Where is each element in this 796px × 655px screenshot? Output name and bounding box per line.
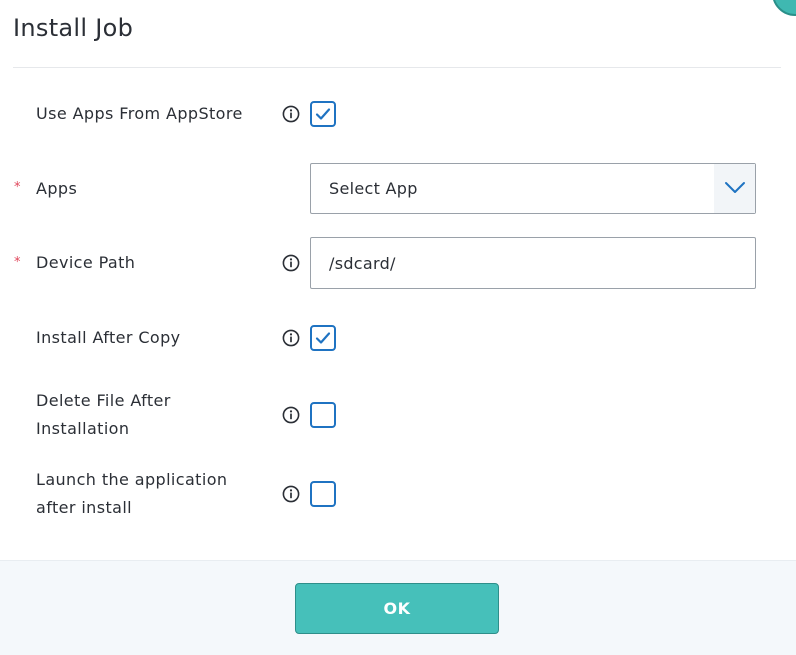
- delete-after-install-checkbox[interactable]: [310, 402, 336, 428]
- launch-after-install-label-line1: Launch the application: [36, 470, 228, 489]
- apps-required-asterisk: *: [14, 180, 21, 195]
- corner-close-badge[interactable]: [772, 0, 796, 16]
- info-circle-icon[interactable]: [282, 105, 300, 123]
- device-path-label: Device Path: [36, 253, 136, 272]
- checkmark-icon: [315, 108, 331, 120]
- delete-after-install-label-line1: Delete File After: [36, 391, 171, 410]
- use-appstore-label: Use Apps From AppStore: [36, 104, 243, 123]
- ok-button[interactable]: OK: [295, 583, 499, 634]
- apps-select-toggle[interactable]: [714, 164, 755, 213]
- apps-label: Apps: [36, 179, 78, 198]
- device-path-required-asterisk: *: [14, 255, 21, 270]
- apps-select[interactable]: Select App: [310, 163, 756, 214]
- install-after-copy-label: Install After Copy: [36, 328, 181, 347]
- launch-after-install-checkbox[interactable]: [310, 481, 336, 507]
- info-circle-icon[interactable]: [282, 329, 300, 347]
- device-path-input[interactable]: [310, 237, 756, 289]
- use-appstore-checkbox[interactable]: [310, 101, 336, 127]
- info-circle-icon[interactable]: [282, 254, 300, 272]
- info-circle-icon[interactable]: [282, 406, 300, 424]
- chevron-down-icon: [725, 182, 745, 193]
- install-after-copy-checkbox[interactable]: [310, 325, 336, 351]
- checkmark-icon: [315, 332, 331, 344]
- apps-select-value: Select App: [329, 179, 418, 198]
- info-circle-icon[interactable]: [282, 485, 300, 503]
- install-job-dialog: Install Job Use Apps From AppStore * App…: [0, 0, 796, 655]
- launch-after-install-label-line2: after install: [36, 498, 133, 517]
- dialog-title: Install Job: [13, 14, 134, 42]
- delete-after-install-label-line2: Installation: [36, 419, 130, 438]
- title-divider: [13, 67, 781, 68]
